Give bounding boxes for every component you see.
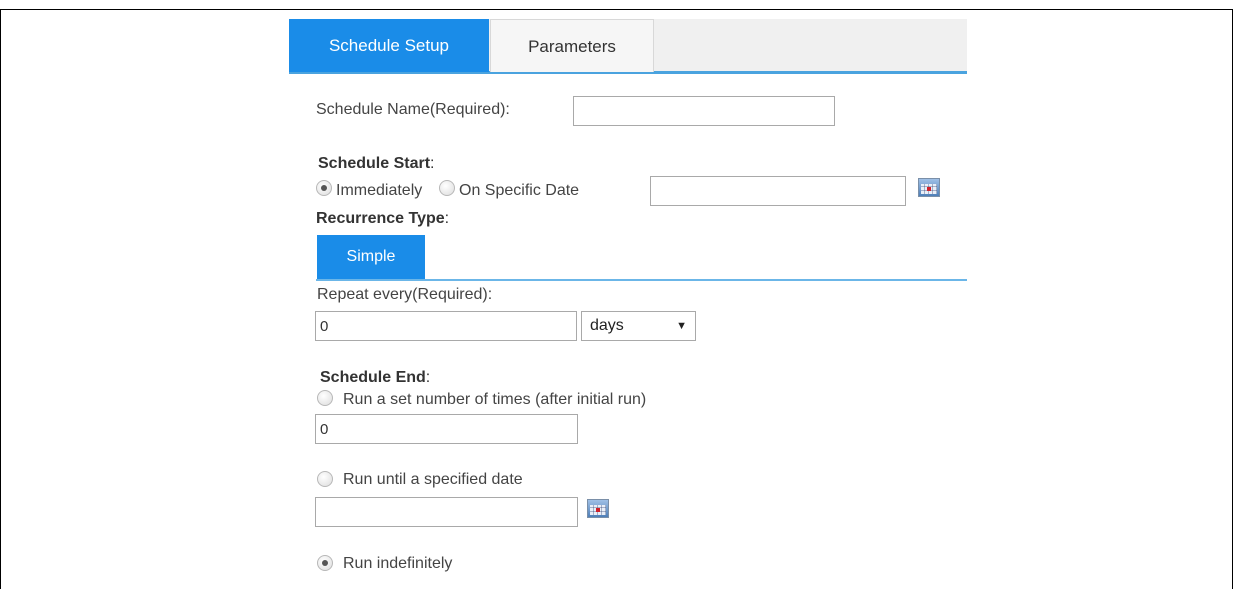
repeat-every-input[interactable]: [315, 311, 577, 341]
repeat-unit-select[interactable]: days ▼: [581, 311, 696, 341]
repeat-every-label: Repeat every(Required):: [317, 286, 493, 303]
start-date-input[interactable]: [650, 176, 906, 206]
schedule-end-heading: Schedule End:: [320, 369, 431, 386]
run-until-radio[interactable]: [317, 471, 333, 487]
tab-parameters[interactable]: Parameters: [490, 19, 654, 72]
run-indefinitely-label: Run indefinitely: [343, 555, 453, 572]
tab-bar: Schedule Setup Parameters: [289, 19, 967, 74]
recurrence-divider: [316, 279, 967, 281]
run-times-label: Run a set number of times (after initial…: [343, 391, 647, 408]
schedule-start-heading: Schedule Start:: [318, 155, 435, 172]
run-indefinitely-radio[interactable]: [317, 555, 333, 571]
immediately-label: Immediately: [336, 182, 423, 199]
specific-date-label: On Specific Date: [459, 182, 580, 199]
recurrence-type-heading: Recurrence Type:: [316, 210, 450, 227]
run-times-input[interactable]: [315, 414, 578, 444]
immediately-radio[interactable]: [316, 180, 332, 196]
tab-schedule-setup[interactable]: Schedule Setup: [289, 19, 489, 72]
schedule-name-input[interactable]: [573, 96, 835, 126]
schedule-panel: Schedule Setup Parameters Schedule Name(…: [289, 19, 969, 580]
simple-recurrence-tab[interactable]: Simple: [317, 235, 425, 279]
end-calendar-icon[interactable]: [587, 499, 609, 518]
start-calendar-icon[interactable]: [918, 178, 940, 197]
run-until-date-input[interactable]: [315, 497, 578, 527]
run-until-label: Run until a specified date: [343, 471, 523, 488]
specific-date-radio[interactable]: [439, 180, 455, 196]
chevron-down-icon: ▼: [676, 320, 687, 332]
run-times-radio[interactable]: [317, 390, 333, 406]
schedule-name-label: Schedule Name(Required):: [316, 101, 510, 118]
repeat-unit-value: days: [590, 317, 624, 334]
